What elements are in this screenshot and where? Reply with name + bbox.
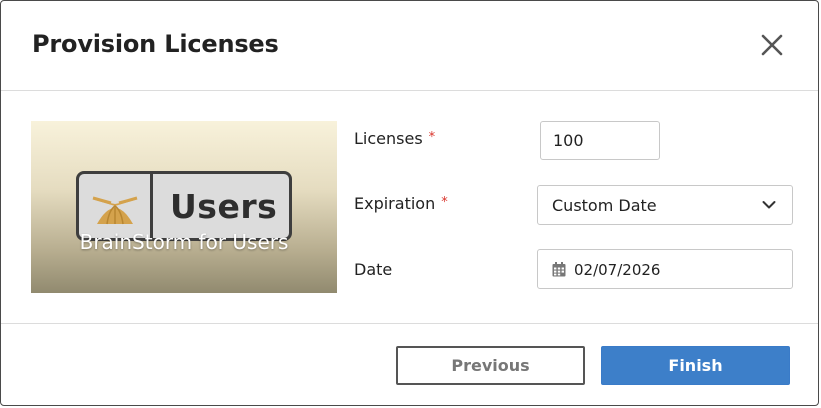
licenses-label: Licenses *: [354, 129, 435, 148]
badge-word: Users: [170, 187, 278, 226]
dialog-title: Provision Licenses: [32, 30, 279, 58]
footer-divider: [1, 323, 818, 324]
product-caption: BrainStorm for Users: [79, 230, 289, 254]
finish-button[interactable]: Finish: [601, 346, 790, 385]
expiration-selected-value: Custom Date: [552, 196, 657, 215]
expiration-label-text: Expiration: [354, 194, 436, 213]
expiration-label: Expiration *: [354, 194, 448, 213]
chevron-down-icon: [762, 201, 776, 209]
brainstorm-logo-icon: [92, 196, 138, 225]
date-picker-input[interactable]: 02/07/2026: [537, 249, 793, 289]
date-label: Date: [354, 260, 392, 279]
licenses-input[interactable]: [540, 121, 660, 160]
calendar-icon: [552, 262, 566, 277]
close-icon: [761, 34, 783, 56]
required-marker: *: [428, 130, 436, 145]
licenses-label-text: Licenses: [354, 129, 423, 148]
provision-licenses-dialog: Provision Licenses Users BrainStorm for …: [0, 0, 819, 406]
previous-button[interactable]: Previous: [396, 346, 585, 385]
required-marker: *: [441, 195, 448, 210]
date-value: 02/07/2026: [574, 261, 661, 279]
expiration-select[interactable]: Custom Date: [537, 185, 793, 225]
dialog-header: Provision Licenses: [1, 1, 818, 91]
date-label-text: Date: [354, 260, 393, 279]
badge-divider: [150, 174, 153, 238]
close-button[interactable]: [758, 31, 786, 59]
product-thumbnail: Users BrainStorm for Users: [31, 121, 337, 293]
